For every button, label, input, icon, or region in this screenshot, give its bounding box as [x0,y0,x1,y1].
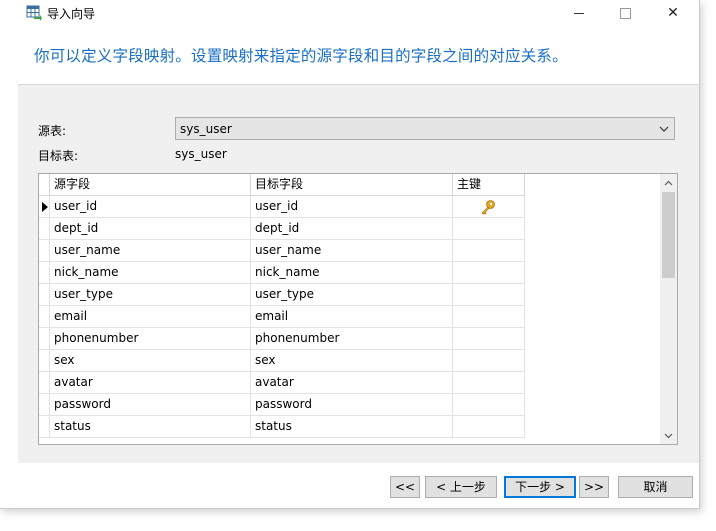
wizard-heading: 你可以定义字段映射。设置映射来指定的源字段和目的字段之间的对应关系。 [34,47,568,65]
target-table-value: sys_user [175,147,227,161]
column-header-primary-key[interactable]: 主键 [453,174,525,196]
cancel-button[interactable]: 取消 [618,476,693,498]
target-field-cell[interactable]: user_id [251,196,453,218]
first-step-button[interactable]: << [390,476,420,498]
target-table-label: 目标表: [38,149,79,163]
target-field-cell[interactable]: password [251,394,453,416]
title-bar[interactable]: 导入向导 ✕ [0,0,699,26]
primary-key-cell[interactable] [453,350,525,372]
primary-key-cell[interactable] [453,196,525,218]
table-import-icon [26,5,42,21]
next-step-button[interactable]: 下一步 > [504,476,576,498]
row-selector[interactable] [39,350,50,372]
source-field-cell[interactable]: avatar [50,372,251,394]
row-selector[interactable] [39,306,50,328]
grid-vertical-scrollbar[interactable] [660,174,677,444]
target-field-cell[interactable]: nick_name [251,262,453,284]
source-field-cell[interactable]: user_name [50,240,251,262]
target-field-cell[interactable]: dept_id [251,218,453,240]
row-selector[interactable] [39,262,50,284]
last-step-button[interactable]: >> [579,476,609,498]
source-field-cell[interactable]: status [50,416,251,438]
source-field-cell[interactable]: sex [50,350,251,372]
source-field-cell[interactable]: dept_id [50,218,251,240]
source-field-cell[interactable]: user_type [50,284,251,306]
row-selector[interactable] [39,328,50,350]
primary-key-cell[interactable] [453,416,525,438]
table-row[interactable]: avatar avatar [39,372,525,394]
scroll-down-button[interactable] [660,427,677,444]
target-field-cell[interactable]: sex [251,350,453,372]
row-selector[interactable] [39,240,50,262]
current-row-arrow-icon [42,202,48,212]
table-row[interactable]: email email [39,306,525,328]
source-field-cell[interactable]: password [50,394,251,416]
row-selector[interactable] [39,218,50,240]
primary-key-cell[interactable] [453,328,525,350]
primary-key-cell[interactable] [453,306,525,328]
minimize-icon [574,12,584,14]
chevron-down-icon [659,126,669,132]
target-field-cell[interactable]: avatar [251,372,453,394]
row-selector[interactable] [39,394,50,416]
key-icon [481,200,495,215]
source-field-cell[interactable]: phonenumber [50,328,251,350]
scroll-up-button[interactable] [660,174,677,191]
field-mapping-grid[interactable]: 源字段 目标字段 主键 user_id user_id dept_id dept_id… [38,173,678,445]
target-field-cell[interactable]: user_type [251,284,453,306]
column-header-source-field[interactable]: 源字段 [50,174,251,196]
source-field-cell[interactable]: email [50,306,251,328]
table-row[interactable]: nick_name nick_name [39,262,525,284]
row-header-corner [39,174,50,196]
window-title: 导入向导 [47,7,96,21]
chevron-down-icon [664,433,673,438]
minimize-button[interactable] [556,0,602,26]
previous-step-button[interactable]: < 上一步 [425,476,497,498]
target-field-cell[interactable]: email [251,306,453,328]
table-row[interactable]: sex sex [39,350,525,372]
table-row[interactable]: user_type user_type [39,284,525,306]
source-field-cell[interactable]: nick_name [50,262,251,284]
table-row[interactable]: status status [39,416,525,438]
close-button[interactable]: ✕ [650,0,696,26]
source-table-value: sys_user [180,122,232,136]
primary-key-cell[interactable] [453,394,525,416]
row-selector[interactable] [39,416,50,438]
source-table-label: 源表: [38,124,67,138]
maximize-icon [619,7,631,19]
row-selector[interactable] [39,284,50,306]
table-row[interactable]: phonenumber phonenumber [39,328,525,350]
table-row[interactable]: user_id user_id [39,196,525,218]
target-field-cell[interactable]: status [251,416,453,438]
scroll-thumb[interactable] [662,192,675,278]
target-field-cell[interactable]: user_name [251,240,453,262]
table-row[interactable]: password password [39,394,525,416]
row-selector[interactable] [39,372,50,394]
source-field-cell[interactable]: user_id [50,196,251,218]
primary-key-cell[interactable] [453,372,525,394]
maximize-button[interactable] [602,0,648,26]
column-header-target-field[interactable]: 目标字段 [251,174,453,196]
primary-key-cell[interactable] [453,240,525,262]
row-selector[interactable] [39,196,50,218]
table-row[interactable]: dept_id dept_id [39,218,525,240]
close-icon: ✕ [667,5,679,21]
primary-key-cell[interactable] [453,218,525,240]
target-field-cell[interactable]: phonenumber [251,328,453,350]
primary-key-cell[interactable] [453,284,525,306]
chevron-up-icon [664,180,673,185]
source-table-select[interactable]: sys_user [175,117,675,140]
table-row[interactable]: user_name user_name [39,240,525,262]
primary-key-cell[interactable] [453,262,525,284]
